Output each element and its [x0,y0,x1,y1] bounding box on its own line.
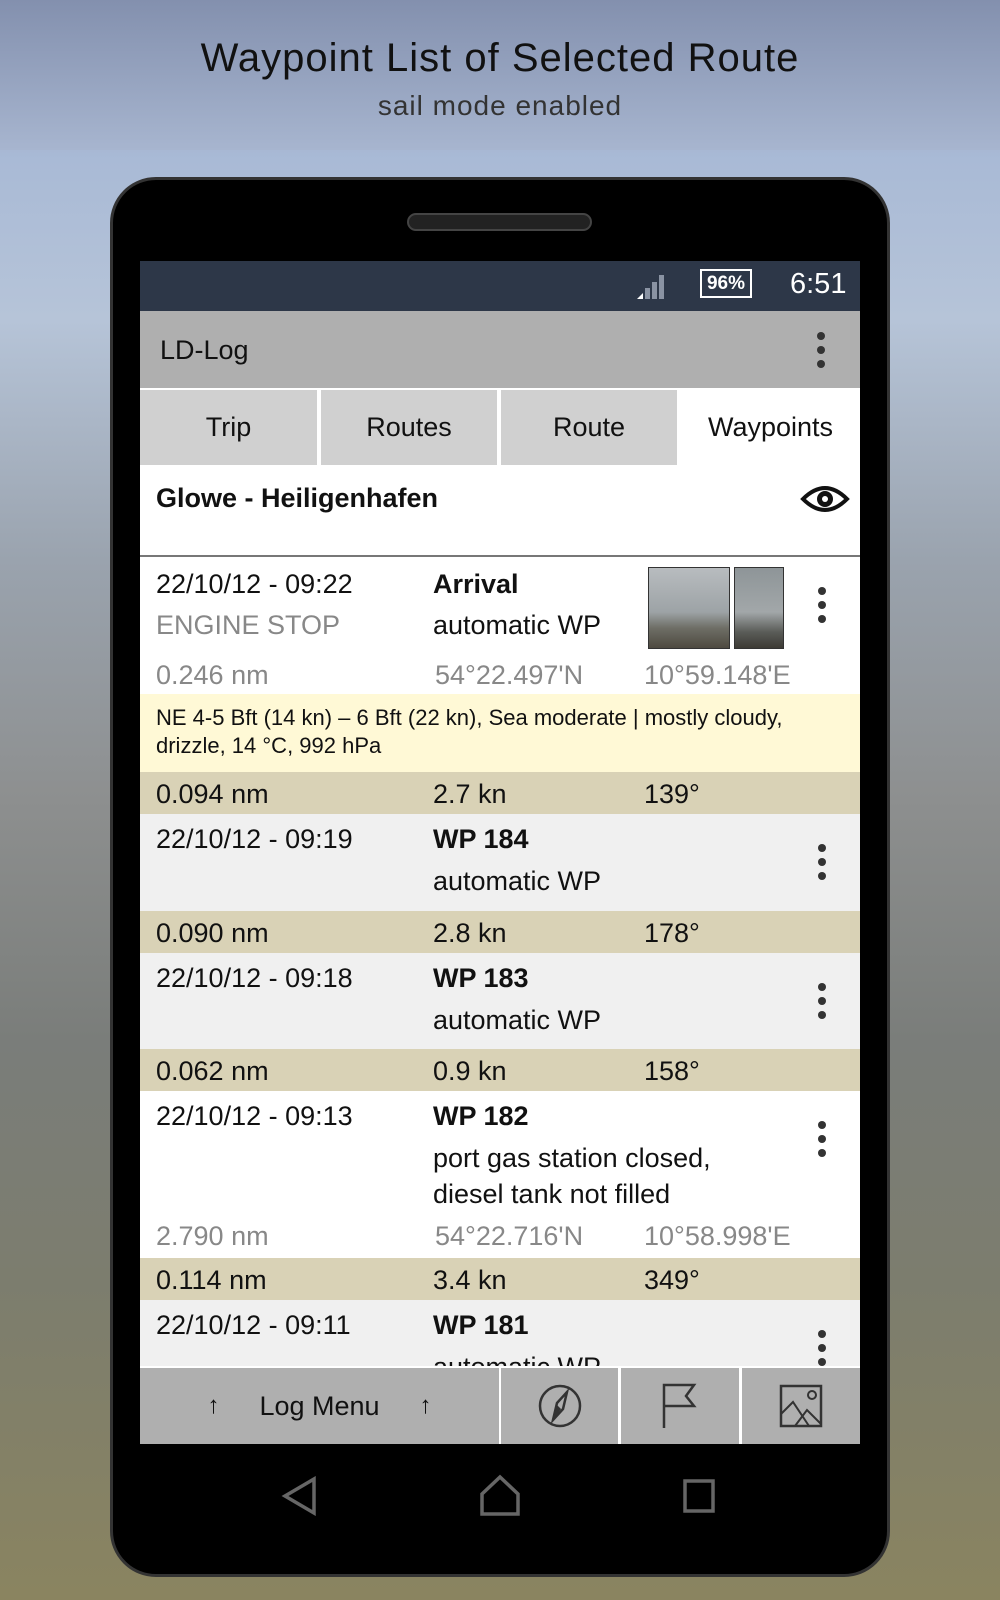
leg-speed: 2.8 kn [433,918,507,948]
more-vert-icon[interactable] [818,1330,826,1368]
leg-row: 0.114 nm 3.4 kn 349° [140,1258,860,1300]
waypoint-type: automatic WP [433,866,602,896]
waypoint-type: automatic WP [433,610,602,640]
banner-title: Waypoint List of Selected Route [200,36,800,80]
route-name: Glowe - Heiligenhafen [156,483,439,513]
photo-thumbnail[interactable] [648,567,730,649]
leg-row: 0.062 nm 0.9 kn 158° [140,1049,860,1091]
screen: 96% 6:51 LD-Log Trip Routes Route Waypoi… [140,261,860,1444]
tab-routes[interactable]: Routes [321,390,497,465]
leg-course: 178° [644,918,700,948]
leg-speed: 3.4 kn [433,1265,507,1295]
waypoint-datetime: 22/10/12 - 09:19 [156,824,353,854]
waypoint-row[interactable]: 22/10/12 - 09:22 ENGINE STOP 0.246 nm Ar… [140,557,860,694]
leg-course: 139° [644,779,700,809]
flag-button[interactable] [621,1368,739,1444]
waypoint-datetime: 22/10/12 - 09:18 [156,963,353,993]
leg-speed: 0.9 kn [433,1056,507,1086]
log-menu-button[interactable]: ↑ Log Menu ↑ [140,1368,499,1444]
log-menu-label: Log Menu [259,1390,380,1421]
waypoint-row[interactable]: 22/10/12 - 09:13 WP 182 port gas station… [140,1091,860,1258]
waypoint-datetime: 22/10/12 - 09:13 [156,1101,353,1131]
tab-route[interactable]: Route [501,390,677,465]
back-icon[interactable] [280,1476,320,1516]
leg-course: 158° [644,1056,700,1086]
waypoint-name: WP 181 [433,1310,529,1340]
banner-subtitle: sail mode enabled [377,90,623,121]
waypoint-type: automatic WP [433,1005,602,1035]
waypoint-distance: 2.790 nm [156,1221,269,1251]
recents-icon[interactable] [682,1478,718,1514]
home-icon[interactable] [478,1474,522,1518]
photo-thumbnail[interactable] [734,567,784,649]
image-button[interactable] [742,1368,860,1444]
signal-icon [637,275,664,299]
waypoint-name: WP 184 [433,824,529,854]
compass-icon [538,1384,581,1428]
more-vert-icon[interactable] [818,844,826,886]
leg-distance: 0.094 nm [156,779,269,809]
tab-waypoints[interactable]: Waypoints [681,390,860,465]
battery-icon: 96% [700,269,752,298]
waypoint-name: Arrival [433,569,519,599]
tab-trip[interactable]: Trip [140,390,317,465]
waypoint-row[interactable]: 22/10/12 - 09:11 WP 181 automatic WP [140,1300,860,1368]
waypoint-name: WP 182 [433,1101,529,1131]
more-vert-icon[interactable] [818,983,826,1025]
status-bar: 96% 6:51 [140,261,860,311]
weather-info: NE 4-5 Bft (14 kn) – 6 Bft (22 kn), Sea … [140,694,860,772]
compass-button[interactable] [501,1368,618,1444]
waypoint-lat: 54°22.497'N [435,660,584,690]
waypoint-row[interactable]: 22/10/12 - 09:18 WP 183 automatic WP [140,953,860,1049]
app-title: LD-Log [160,335,249,365]
waypoint-lon: 10°59.148'E [644,660,791,690]
clock: 6:51 [790,268,847,300]
flag-icon [662,1383,697,1428]
image-icon [779,1384,823,1428]
waypoint-name: WP 183 [433,963,529,993]
more-vert-icon[interactable] [818,587,826,629]
more-vert-icon[interactable] [818,1121,826,1163]
arrow-up-icon: ↑ [419,1392,432,1419]
phone-speaker [407,213,592,231]
waypoint-datetime: 22/10/12 - 09:11 [156,1310,351,1340]
leg-row: 0.094 nm 2.7 kn 139° [140,772,860,814]
app-bar: LD-Log [140,311,860,388]
waypoint-note: port gas station closed, [433,1143,711,1173]
leg-distance: 0.062 nm [156,1056,269,1086]
leg-row: 0.090 nm 2.8 kn 178° [140,911,860,953]
waypoint-lat: 54°22.716'N [435,1221,584,1251]
leg-distance: 0.114 nm [156,1265,267,1295]
waypoint-datetime: 22/10/12 - 09:22 [156,569,353,599]
more-vert-icon[interactable] [817,332,825,374]
waypoint-row[interactable]: 22/10/12 - 09:19 WP 184 automatic WP [140,814,860,911]
leg-distance: 0.090 nm [156,918,269,948]
leg-course: 349° [644,1265,700,1295]
waypoint-event: ENGINE STOP [156,610,341,640]
arrow-up-icon: ↑ [207,1392,220,1419]
battery-level: 96% [706,273,746,294]
waypoint-note: diesel tank not filled [433,1179,671,1209]
eye-icon[interactable] [800,479,850,519]
waypoint-distance: 0.246 nm [156,660,269,690]
waypoint-lon: 10°58.998'E [644,1221,791,1251]
leg-speed: 2.7 kn [433,779,507,809]
